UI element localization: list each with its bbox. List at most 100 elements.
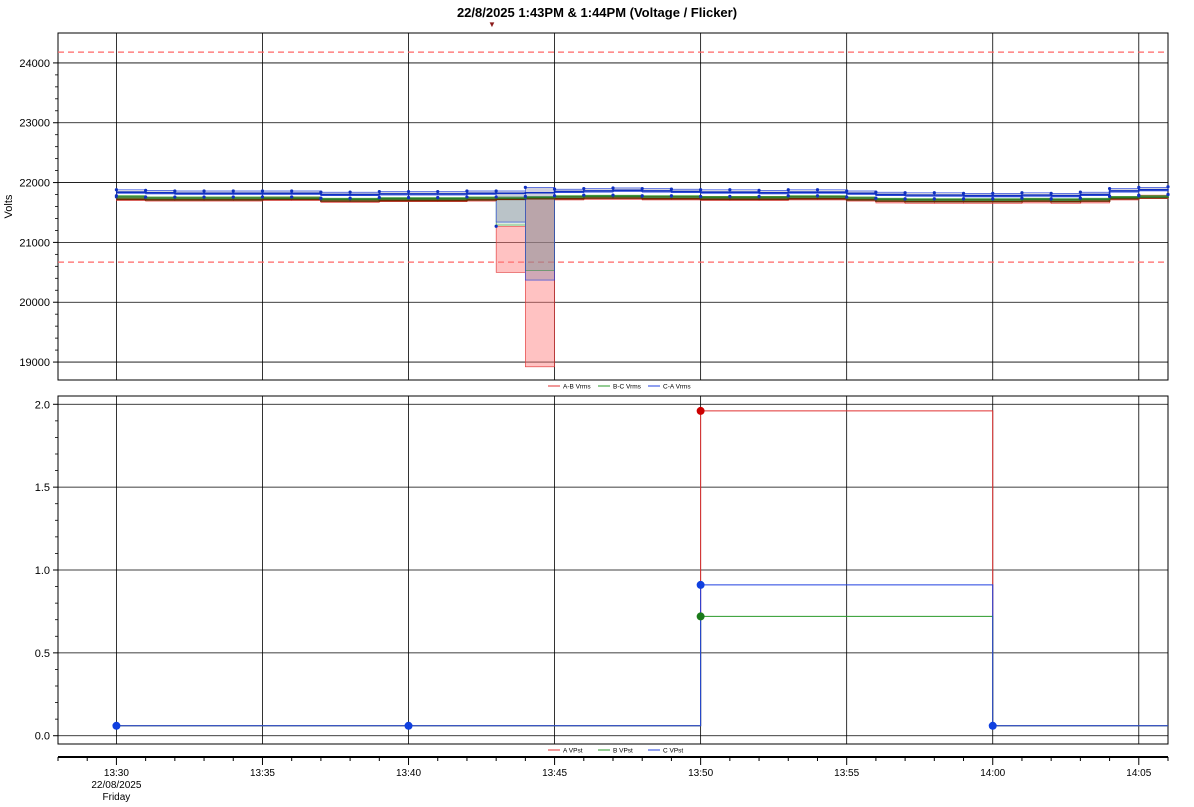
data-point (696, 580, 705, 589)
y-tick-label: 1.0 (35, 565, 50, 577)
data-point (114, 188, 119, 192)
data-point (874, 196, 878, 200)
data-point (231, 189, 235, 193)
data-point (290, 189, 294, 193)
data-point (669, 187, 674, 191)
data-point (640, 186, 644, 191)
data-point (1078, 196, 1082, 200)
data-point (552, 187, 557, 191)
data-point (1166, 185, 1170, 189)
data-point (1020, 196, 1024, 200)
data-point (1020, 191, 1024, 195)
legend-label: A VPst (563, 748, 583, 755)
data-point (699, 194, 703, 198)
data-point (582, 193, 586, 197)
data-point (144, 195, 148, 199)
y-tick-label: 2.0 (35, 399, 50, 411)
data-point (1166, 192, 1170, 197)
data-point (494, 195, 498, 199)
y-tick-label: 22000 (19, 178, 50, 190)
data-point (728, 194, 732, 198)
data-point (845, 195, 849, 199)
y-tick-label: 20000 (19, 297, 50, 309)
data-point (696, 612, 705, 621)
data-point (465, 195, 469, 199)
data-point (114, 194, 119, 198)
x-tick-label: 14:00 (980, 768, 1005, 779)
chart-canvas: 19000 20000 21000 22000 23000 24000 Volts A-B V… (3, 32, 1170, 803)
data-point (348, 196, 352, 200)
legend-label: B VPst (613, 748, 633, 755)
data-point (202, 189, 206, 193)
y-tick-label: 23000 (19, 118, 50, 130)
data-point (260, 189, 265, 193)
x-tick-label: 13:40 (396, 768, 421, 779)
data-point (552, 194, 557, 198)
x-day-label: Friday (103, 792, 131, 803)
data-point (728, 188, 732, 192)
data-point (436, 195, 440, 200)
data-point (786, 194, 790, 198)
data-point (961, 191, 966, 195)
data-point (406, 189, 411, 194)
y-axis-label: Volts (3, 194, 15, 218)
x-tick-label: 13:45 (542, 768, 567, 779)
data-point (845, 189, 849, 193)
x-tick-label: 13:35 (250, 768, 275, 779)
x-tick-label: 13:55 (834, 768, 859, 779)
data-point (173, 189, 177, 193)
legend-label: A-B Vrms (563, 384, 591, 391)
data-point (1137, 194, 1141, 198)
plot-frame (57, 32, 1169, 381)
data-point (404, 721, 413, 730)
x-date-label: 22/08/2025 (91, 780, 141, 791)
data-point (932, 197, 936, 201)
data-point (377, 189, 381, 194)
data-point (523, 185, 527, 189)
x-tick-label: 13:30 (104, 768, 129, 779)
data-point (290, 195, 294, 199)
data-point (1137, 185, 1141, 189)
data-point (406, 195, 411, 200)
data-point (173, 195, 177, 199)
data-point (144, 188, 148, 192)
data-point (932, 191, 936, 195)
x-tick-label: 14:05 (1126, 768, 1151, 779)
data-point (348, 190, 352, 194)
data-point (757, 194, 761, 198)
y-tick-label: 0.0 (35, 731, 50, 743)
data-point (231, 195, 235, 199)
data-point (202, 195, 206, 199)
data-point (988, 721, 997, 730)
data-point (112, 721, 121, 730)
y-tick-label: 0.5 (35, 648, 50, 660)
y-tick-label: 21000 (19, 237, 50, 249)
y-tick-label: 19000 (19, 357, 50, 369)
data-point (319, 190, 323, 194)
data-point (815, 188, 820, 192)
data-point (757, 188, 761, 192)
data-point (494, 224, 498, 228)
data-point (903, 191, 907, 195)
data-point (523, 194, 527, 198)
legend-label: C VPst (663, 748, 683, 755)
legend-label: B-C Vrms (613, 384, 642, 391)
data-point (903, 197, 907, 201)
data-point (699, 188, 703, 192)
data-point (260, 195, 265, 199)
chart-panel-1: 19000 20000 21000 22000 23000 24000 Volts A-B V… (3, 32, 1170, 391)
data-point (436, 189, 440, 194)
data-point (696, 406, 705, 415)
data-point (874, 190, 878, 194)
data-point (377, 195, 381, 200)
data-point (815, 194, 820, 198)
data-point (1078, 190, 1082, 194)
data-point (611, 186, 615, 190)
data-point (582, 186, 586, 191)
data-point (494, 189, 498, 193)
data-point (640, 194, 644, 198)
data-point (1107, 186, 1112, 191)
chart-panel-2: 0.0 0.5 1.0 1.5 2.0 A VPst B VPst C VPst (35, 395, 1169, 755)
data-point (1049, 191, 1053, 195)
y-tick-label: 1.5 (35, 482, 50, 494)
